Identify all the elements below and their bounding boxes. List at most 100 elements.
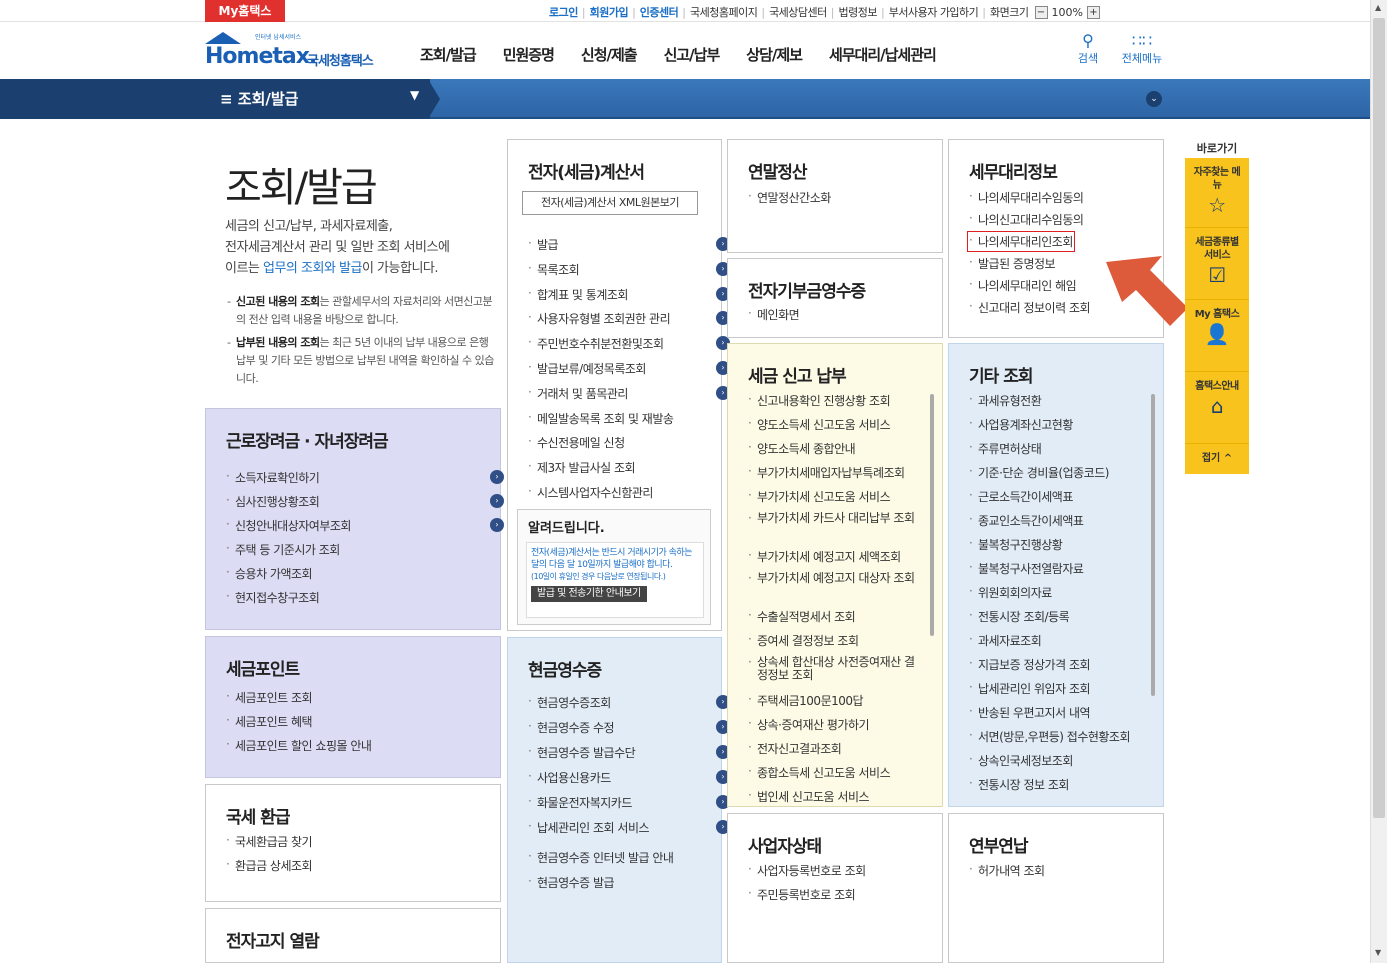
list-item[interactable]: 현금영수증조회 [528, 694, 611, 711]
list-item[interactable]: 심사진행상황조회 [226, 493, 320, 510]
list-item[interactable]: 메일발송목록 조회 및 재발송 [528, 410, 674, 427]
list-item[interactable]: 기준·단순 경비율(업종코드) [969, 464, 1109, 481]
list-item[interactable]: 주류면허상태 [969, 440, 1042, 457]
list-item[interactable]: 발급보류/예정목록조회 [528, 360, 646, 377]
nav-item[interactable]: 신고/납부 [664, 44, 721, 65]
section-selector[interactable] [0, 79, 430, 119]
util-link[interactable]: 로그인 [545, 4, 582, 20]
zoom-in-button[interactable]: + [1086, 5, 1100, 19]
util-link[interactable]: 법령정보 [835, 4, 881, 20]
list-item[interactable]: 신고내용확인 진행상황 조회 [748, 392, 891, 409]
deadline-guide-button[interactable]: 발급 및 전송기한 안내보기 [531, 586, 647, 602]
list-item[interactable]: 나의세무대리수임동의 [969, 189, 1084, 206]
zoom-out-button[interactable]: − [1034, 5, 1048, 19]
util-link[interactable]: 화면크기 [986, 4, 1032, 20]
go-arrow-icon[interactable]: › [490, 470, 504, 484]
util-link[interactable]: 국세상담센터 [765, 4, 831, 20]
list-item[interactable]: 상속·증여재산 평가하기 [748, 716, 870, 733]
list-item[interactable]: 사업용신용카드 [528, 769, 611, 786]
quick-item[interactable]: 세금종류별 서비스 ☑ [1185, 228, 1249, 300]
list-item[interactable]: 전통시장 조회/등록 [969, 608, 1070, 625]
list-item[interactable]: 세금포인트 할인 쇼핑몰 안내 [226, 737, 372, 754]
fold-button[interactable]: 접기 ^ [1185, 444, 1249, 474]
go-arrow-icon[interactable]: › [490, 518, 504, 532]
list-item[interactable]: 발급 [528, 236, 559, 253]
list-item[interactable]: 시스템사업자수신함관리 [528, 484, 653, 501]
list-item[interactable]: 신청안내대상자여부조회 [226, 517, 351, 534]
list-item[interactable]: 반송된 우편고지서 내역 [969, 704, 1091, 721]
xml-view-button[interactable]: 전자(세금)계산서 XML원본보기 [522, 191, 698, 215]
list-item[interactable]: 나의세무대리인조회 [967, 231, 1075, 252]
list-item[interactable]: 현금영수증 수정 [528, 719, 615, 736]
list-item[interactable]: 위원회회의자료 [969, 584, 1052, 601]
list-item[interactable]: 전자신고결과조회 [748, 740, 842, 757]
quick-item[interactable]: My 홈택스 👤 [1185, 300, 1249, 372]
list-scrollbar[interactable] [930, 394, 934, 636]
list-item[interactable]: 현금영수증 발급 [528, 874, 615, 891]
list-item[interactable]: 근로소득간이세액표 [969, 488, 1073, 505]
list-item[interactable]: 승용차 가액조회 [226, 565, 313, 582]
list-item[interactable]: 나의신고대리수임동의 [969, 211, 1084, 228]
nav-item[interactable]: 세무대리/납세관리 [829, 44, 937, 65]
scroll-down-icon[interactable]: ▼ [1375, 948, 1381, 957]
list-item[interactable]: 불복청구진행상황 [969, 536, 1063, 553]
list-item[interactable]: 주민등록번호로 조회 [748, 886, 856, 903]
util-link[interactable]: 회원가입 [586, 4, 632, 20]
list-item[interactable]: 납세관리인 조회 서비스 [528, 819, 650, 836]
list-item[interactable]: 사업자등록번호로 조회 [748, 862, 866, 879]
list-item[interactable]: 소득자료확인하기 [226, 469, 320, 486]
list-scrollbar[interactable] [1151, 394, 1155, 696]
list-item[interactable]: 부가가치세 신고도움 서비스 [748, 488, 891, 505]
list-item[interactable]: 부가가치세 카드사 대리납부 조회 [748, 512, 923, 526]
go-arrow-icon[interactable]: › [490, 494, 504, 508]
list-item[interactable]: 사용자유형별 조회권한 관리 [528, 310, 671, 327]
list-item[interactable]: 환급금 상세조회 [226, 857, 313, 874]
box-e-bill[interactable]: 전자고지 열람 [205, 908, 501, 963]
scroll-thumb[interactable] [1373, 18, 1385, 818]
list-item[interactable]: 현지접수창구조회 [226, 589, 320, 606]
list-item[interactable]: 전통시장 정보 조회 [969, 776, 1069, 793]
list-item[interactable]: 국세환급금 찾기 [226, 833, 313, 850]
nav-item[interactable]: 조회/발급 [420, 44, 477, 65]
list-item[interactable]: 연말정산간소화 [748, 189, 831, 206]
list-item[interactable]: 주택 등 기준시가 조회 [226, 541, 340, 558]
quick-item[interactable]: 자주찾는 메뉴 ☆ [1185, 158, 1249, 228]
all-menu-button[interactable]: ∷∷ 전체메뉴 [1116, 32, 1168, 66]
list-item[interactable]: 부가가치세매입자납부특례조회 [748, 464, 905, 481]
list-item[interactable]: 납세관리인 위임자 조회 [969, 680, 1091, 697]
list-item[interactable]: 양도소득세 종합안내 [748, 440, 856, 457]
list-item[interactable]: 양도소득세 신고도움 서비스 [748, 416, 891, 433]
chevron-down-icon[interactable]: ⌄ [1146, 91, 1162, 107]
list-item[interactable]: 현금영수증 발급수단 [528, 744, 636, 761]
list-item[interactable]: 허가내역 조회 [969, 862, 1045, 879]
list-item[interactable]: 나의세무대리인 해임 [969, 277, 1077, 294]
list-item[interactable]: 수출실적명세서 조회 [748, 608, 856, 625]
list-item[interactable]: 목록조회 [528, 261, 580, 278]
list-item[interactable]: 증여세 결정정보 조회 [748, 632, 859, 649]
list-item[interactable]: 불복청구사전열람자료 [969, 560, 1084, 577]
list-item[interactable]: 신고대리 정보이력 조회 [969, 299, 1091, 316]
util-link[interactable]: 인증센터 [636, 4, 682, 20]
nav-item[interactable]: 민원증명 [503, 44, 555, 65]
list-item[interactable]: 사업용계좌신고현황 [969, 416, 1073, 433]
list-item[interactable]: 수신전용메일 신청 [528, 434, 625, 451]
quick-item[interactable]: 홈택스안내 ⌂ [1185, 372, 1249, 444]
list-item[interactable]: 제3자 발급사실 조회 [528, 459, 636, 476]
caret-down-icon[interactable]: ▼ [410, 88, 419, 102]
list-item[interactable]: 과세유형전환 [969, 392, 1042, 409]
nav-item[interactable]: 신청/제출 [581, 44, 638, 65]
list-item[interactable]: 세금포인트 조회 [226, 689, 313, 706]
hometax-logo[interactable]: 인터넷 납세서비스 Hometax. 국세청홈택스 [205, 30, 395, 74]
page-scrollbar[interactable]: ▲ ▼ [1370, 0, 1387, 963]
list-item[interactable]: 서면(방문,우편등) 접수현황조회 [969, 728, 1131, 745]
list-item[interactable]: 합계표 및 통계조회 [528, 286, 628, 303]
list-item[interactable]: 발급된 증명정보 [969, 255, 1056, 272]
util-link[interactable]: 부서사용자 가입하기 [885, 4, 983, 20]
list-item[interactable]: 종교인소득간이세액표 [969, 512, 1084, 529]
list-item[interactable]: 주민번호수취분전환및조회 [528, 335, 664, 352]
list-item[interactable]: 현금영수증 인터넷 발급 안내 [528, 849, 674, 866]
scroll-up-icon[interactable]: ▲ [1375, 3, 1381, 12]
util-link[interactable]: 국세청홈페이지 [686, 4, 761, 20]
list-item[interactable]: 지급보증 정상가격 조회 [969, 656, 1091, 673]
list-item[interactable]: 법인세 신고도움 서비스 [748, 788, 870, 805]
